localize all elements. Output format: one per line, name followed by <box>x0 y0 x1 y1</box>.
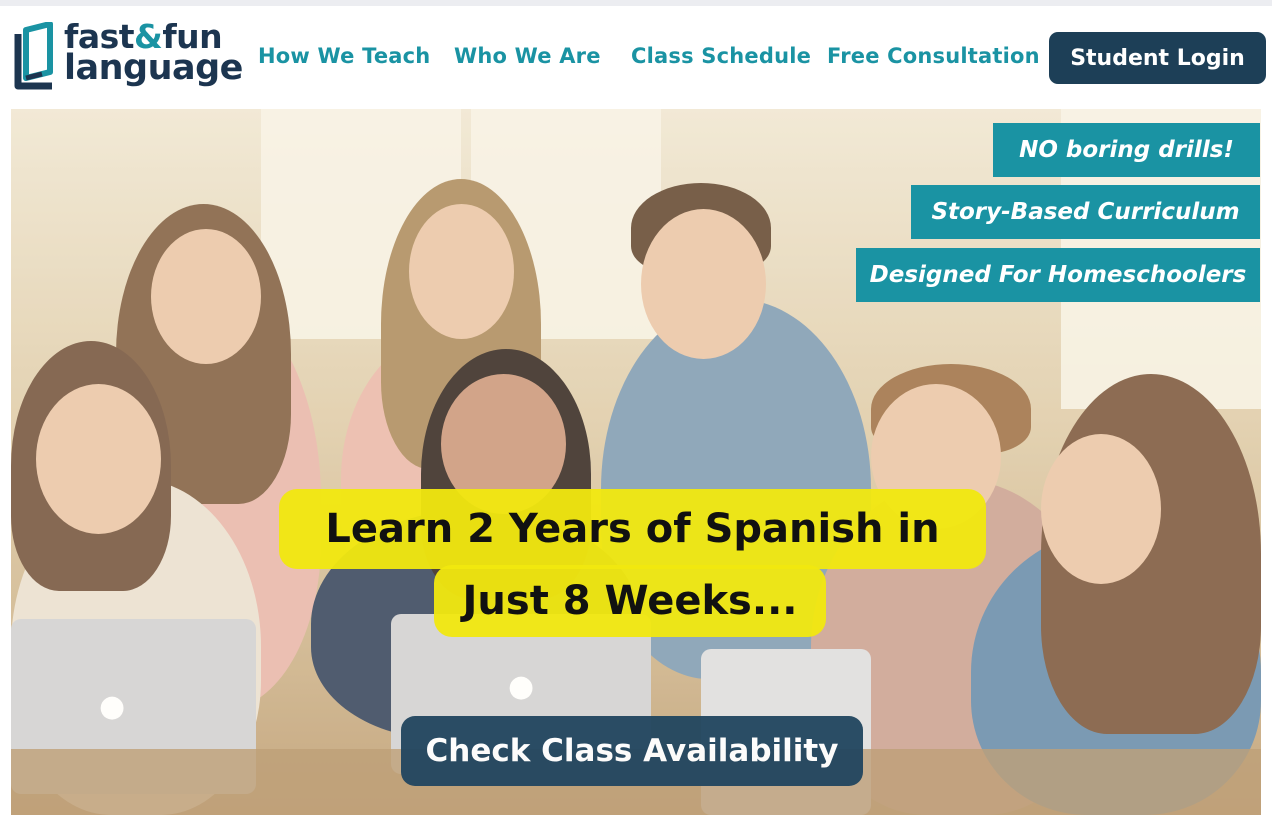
tag-designed-for-homeschoolers: Designed For Homeschoolers <box>856 248 1260 302</box>
hero-headline-line1: Learn 2 Years of Spanish in <box>325 506 940 552</box>
logo-word-language: language <box>64 48 243 88</box>
hero-headline-line2: Just 8 Weeks... <box>462 578 798 624</box>
nav-who-we-are[interactable]: Who We Are <box>454 44 601 68</box>
site-header: fast&fun language How We Teach Who We Ar… <box>0 6 1272 106</box>
site-logo[interactable]: fast&fun language <box>12 20 243 96</box>
nav-class-schedule[interactable]: Class Schedule <box>631 44 811 68</box>
check-class-availability-button[interactable]: Check Class Availability <box>401 716 863 786</box>
logo-wordmark: fast&fun language <box>64 20 243 86</box>
nav-free-consultation[interactable]: Free Consultation <box>827 44 1040 68</box>
tag-story-based-curriculum: Story-Based Curriculum <box>911 185 1260 239</box>
book-logo-icon <box>14 22 53 90</box>
student-login-button[interactable]: Student Login <box>1049 32 1266 84</box>
nav-how-we-teach[interactable]: How We Teach <box>258 44 430 68</box>
tag-no-boring-drills: NO boring drills! <box>993 123 1260 177</box>
hero-banner: ● ● NO boring drills! Story-Based Curric… <box>11 109 1261 815</box>
